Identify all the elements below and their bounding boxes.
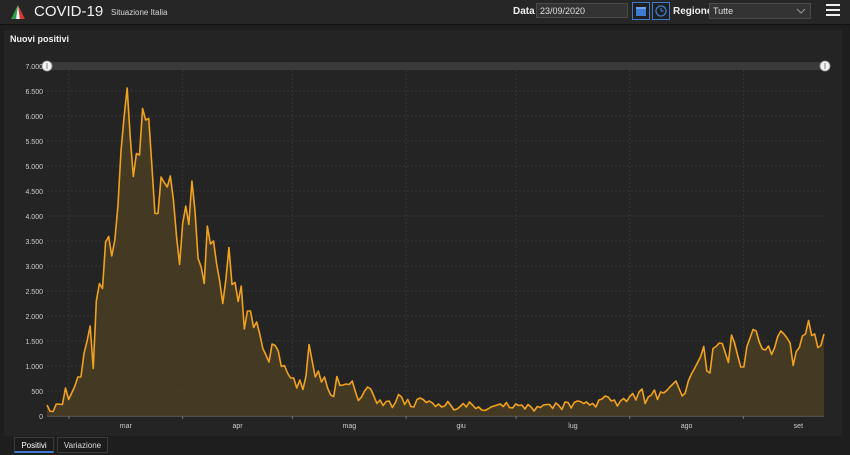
y-tick-label: 3.000 — [25, 264, 43, 271]
range-slider — [41, 60, 831, 72]
calendar-icon — [636, 7, 646, 16]
y-tick-label: 4.500 — [25, 189, 43, 196]
tab-positivi[interactable]: Positivi — [14, 437, 54, 453]
tab-variazione[interactable]: Variazione — [57, 437, 108, 453]
chart-panel: Nuovi positivi 0 500 1.000 1.500 2.000 2.500 3… — [4, 30, 842, 436]
chevron-down-icon — [796, 8, 806, 14]
y-axis-labels: 0 500 1.000 1.500 2.000 2.500 3.000 3.500 4.000 4… — [25, 64, 43, 421]
x-tick-label-set: set — [794, 423, 803, 430]
y-tick-label: 0 — [39, 414, 43, 421]
region-label: Regione — [673, 6, 713, 17]
series-area — [47, 88, 824, 416]
x-tick-label-ago: ago — [681, 423, 693, 430]
region-select[interactable]: Tutte — [709, 3, 811, 19]
x-tick-label-lug: lug — [568, 423, 577, 430]
y-tick-label: 5.000 — [25, 164, 43, 171]
y-tick-label: 3.500 — [25, 239, 43, 246]
x-tick-label-giu: giu — [456, 423, 465, 430]
y-tick-label: 1.500 — [25, 339, 43, 346]
y-tick-label: 5.500 — [25, 139, 43, 146]
y-tick-label: 1.000 — [25, 364, 43, 371]
y-tick-label: 2.500 — [25, 289, 43, 296]
chart-svg: 0 500 1.000 1.500 2.000 2.500 3.000 3.500 4.000 4… — [25, 60, 831, 430]
top-bar: COVID-19 Situazione Italia Data 23/09/20… — [0, 0, 850, 25]
clock-icon — [655, 5, 667, 17]
x-axis-labels: mar apr mag giu lug ago set — [120, 423, 803, 430]
y-tick-label: 6.000 — [25, 114, 43, 121]
tricolor-logo-icon — [11, 5, 25, 19]
date-input[interactable]: 23/09/2020 — [536, 3, 628, 18]
y-tick-label: 500 — [31, 389, 43, 396]
calendar-button[interactable] — [632, 2, 650, 20]
y-tick-label: 6.500 — [25, 89, 43, 96]
app-subtitle: Situazione Italia — [111, 8, 168, 17]
x-tick-label-mag: mag — [343, 423, 357, 430]
x-tick-label-mar: mar — [120, 423, 133, 430]
region-value: Tutte — [713, 6, 734, 16]
app-title: COVID-19 — [34, 3, 104, 20]
y-tick-label: 7.000 — [25, 64, 43, 71]
y-tick-label: 2.000 — [25, 314, 43, 321]
range-slider-track — [47, 62, 824, 70]
x-tick-label-apr: apr — [233, 423, 244, 430]
hamburger-menu-icon[interactable] — [826, 4, 840, 18]
y-tick-label: 4.000 — [25, 214, 43, 221]
date-label: Data — [513, 6, 535, 17]
clock-button[interactable] — [652, 2, 670, 20]
